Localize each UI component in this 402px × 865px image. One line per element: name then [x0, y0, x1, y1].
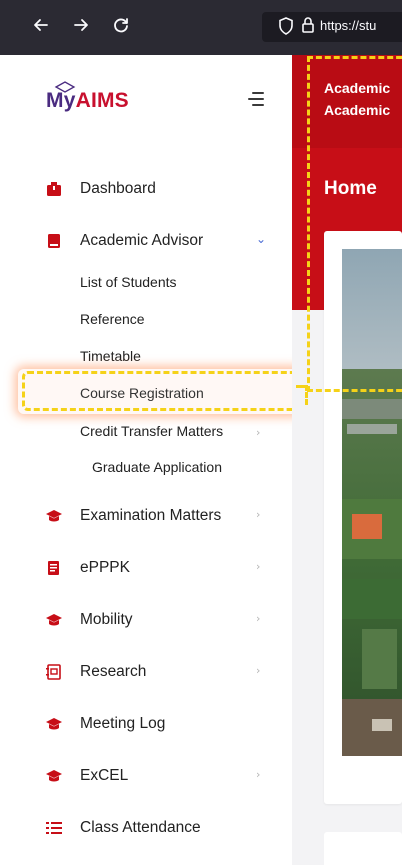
graduation-cap-icon: [46, 612, 62, 628]
sidebar-item-epppk[interactable]: ePPPK ›: [46, 557, 276, 581]
screen: https://stu MyAIMS Dashboard Academic Ad…: [0, 0, 402, 865]
graduation-cap-icon: [46, 768, 62, 784]
document-icon: [46, 560, 62, 576]
content-card-2: [324, 832, 402, 865]
graduation-cap-icon: [46, 716, 62, 732]
chevron-right-icon: ›: [256, 508, 261, 521]
subitem-timetable[interactable]: Timetable: [80, 348, 141, 364]
list-icon: [46, 820, 62, 836]
subitem-graduate-application[interactable]: Graduate Application: [92, 459, 222, 475]
subitem-credit-transfer-matters[interactable]: Credit Transfer Matters: [80, 423, 223, 439]
browser-toolbar: https://stu: [0, 0, 402, 56]
sidebar-item-class-attendance[interactable]: Class Attendance: [46, 817, 276, 841]
chevron-right-icon: ›: [256, 768, 261, 781]
research-icon: [46, 664, 62, 680]
book-icon: [46, 233, 62, 249]
chevron-right-icon: ›: [256, 426, 261, 439]
chevron-right-icon: ›: [256, 612, 261, 625]
sidebar-item-examination-matters[interactable]: Examination Matters ›: [46, 505, 276, 529]
reload-icon[interactable]: [110, 14, 132, 36]
url-text[interactable]: https://stu: [320, 18, 376, 33]
graduation-cap-icon: [46, 508, 62, 524]
sidebar-item-research[interactable]: Research ›: [46, 661, 276, 685]
chevron-right-icon: ›: [256, 560, 261, 573]
shield-icon[interactable]: [278, 16, 294, 40]
sidebar-item-mobility[interactable]: Mobility ›: [46, 609, 276, 633]
highlight-connector: [296, 385, 308, 405]
sidebar-item-excel[interactable]: ExCEL ›: [46, 765, 276, 789]
highlight-box-header: [307, 56, 402, 392]
chevron-down-icon: ⌄: [256, 232, 267, 246]
sidebar-item-academic-advisor[interactable]: Academic Advisor ⌄: [46, 230, 276, 254]
chevron-right-icon: ›: [256, 664, 261, 677]
subitem-course-registration[interactable]: Course Registration: [80, 385, 204, 401]
dashboard-icon: [46, 181, 62, 197]
subitem-reference[interactable]: Reference: [80, 311, 145, 327]
arrow-left-icon[interactable]: [30, 14, 52, 36]
hamburger-menu-icon[interactable]: [248, 92, 264, 106]
mortarboard-logo-icon: [54, 81, 76, 93]
sidebar-item-meeting-log[interactable]: Meeting Log: [46, 713, 276, 737]
subitem-list-of-students[interactable]: List of Students: [80, 274, 177, 290]
sidebar-item-dashboard[interactable]: Dashboard: [46, 178, 276, 202]
lock-icon[interactable]: [301, 16, 315, 38]
arrow-right-icon[interactable]: [70, 14, 92, 36]
